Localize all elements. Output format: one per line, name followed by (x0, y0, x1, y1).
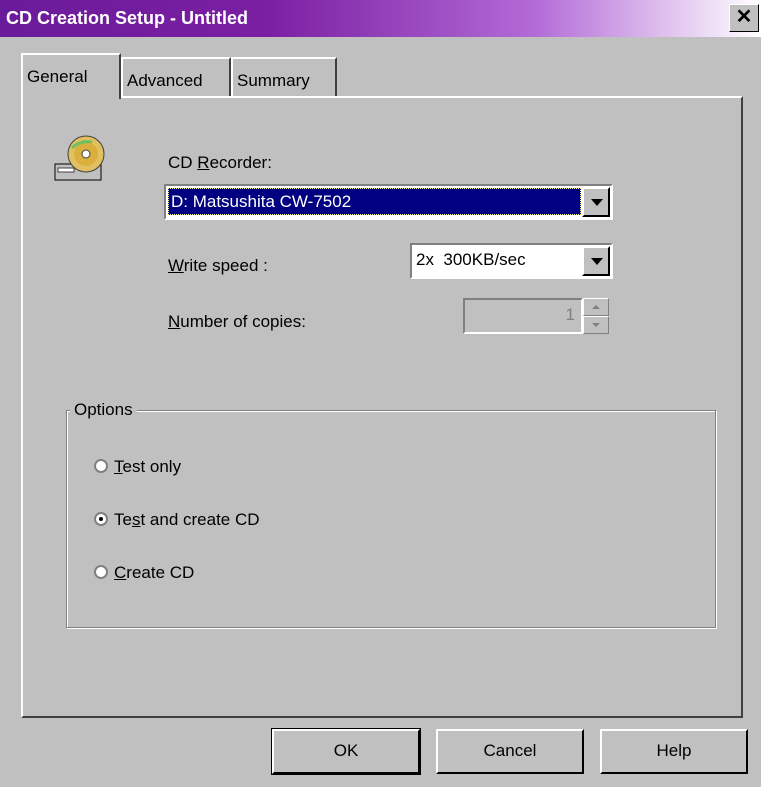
cd-recorder-icon (54, 135, 105, 181)
help-button[interactable]: Help (600, 729, 748, 774)
spin-down-icon (583, 316, 609, 334)
cd-recorder-label: CD Recorder: (168, 153, 272, 172)
copies-stepper: 1 (463, 298, 615, 334)
write-speed-value: 2x 300KB/sec (416, 250, 526, 269)
radio-icon[interactable] (94, 564, 108, 579)
chevron-down-icon[interactable] (582, 187, 610, 217)
ok-button[interactable]: OK (271, 728, 421, 775)
tab-advanced[interactable]: Advanced (121, 57, 231, 97)
cd-recorder-select[interactable]: D: Matsushita CW-7502 (164, 184, 613, 220)
cancel-button[interactable]: Cancel (436, 729, 584, 774)
tab-general-label: General (27, 67, 88, 86)
write-speed-label: Write speed : (168, 256, 268, 275)
radio-icon[interactable] (94, 458, 108, 473)
close-icon: ✕ (735, 6, 753, 28)
tab-summary-label: Summary (237, 71, 310, 90)
cd-recorder-value: D: Matsushita CW-7502 (168, 188, 581, 215)
tab-summary[interactable]: Summary (231, 57, 337, 97)
radio-test-and-create[interactable]: Test and create CD (94, 510, 260, 530)
title-bar: CD Creation Setup - Untitled ✕ (0, 0, 761, 37)
radio-create-cd[interactable]: Create CD (94, 563, 194, 583)
options-legend: Options (70, 400, 137, 420)
chevron-down-icon[interactable] (582, 246, 610, 276)
radio-test-only[interactable]: Test only (94, 457, 181, 477)
tab-advanced-label: Advanced (127, 71, 203, 90)
copies-label: Number of copies: (168, 312, 306, 331)
tab-general[interactable]: General (21, 53, 121, 99)
spin-up-icon (583, 298, 609, 316)
window-title: CD Creation Setup - Untitled (6, 8, 248, 28)
close-button[interactable]: ✕ (729, 4, 759, 32)
radio-icon[interactable] (94, 511, 108, 526)
copies-field: 1 (463, 298, 583, 334)
write-speed-select[interactable]: 2x 300KB/sec (410, 243, 613, 279)
